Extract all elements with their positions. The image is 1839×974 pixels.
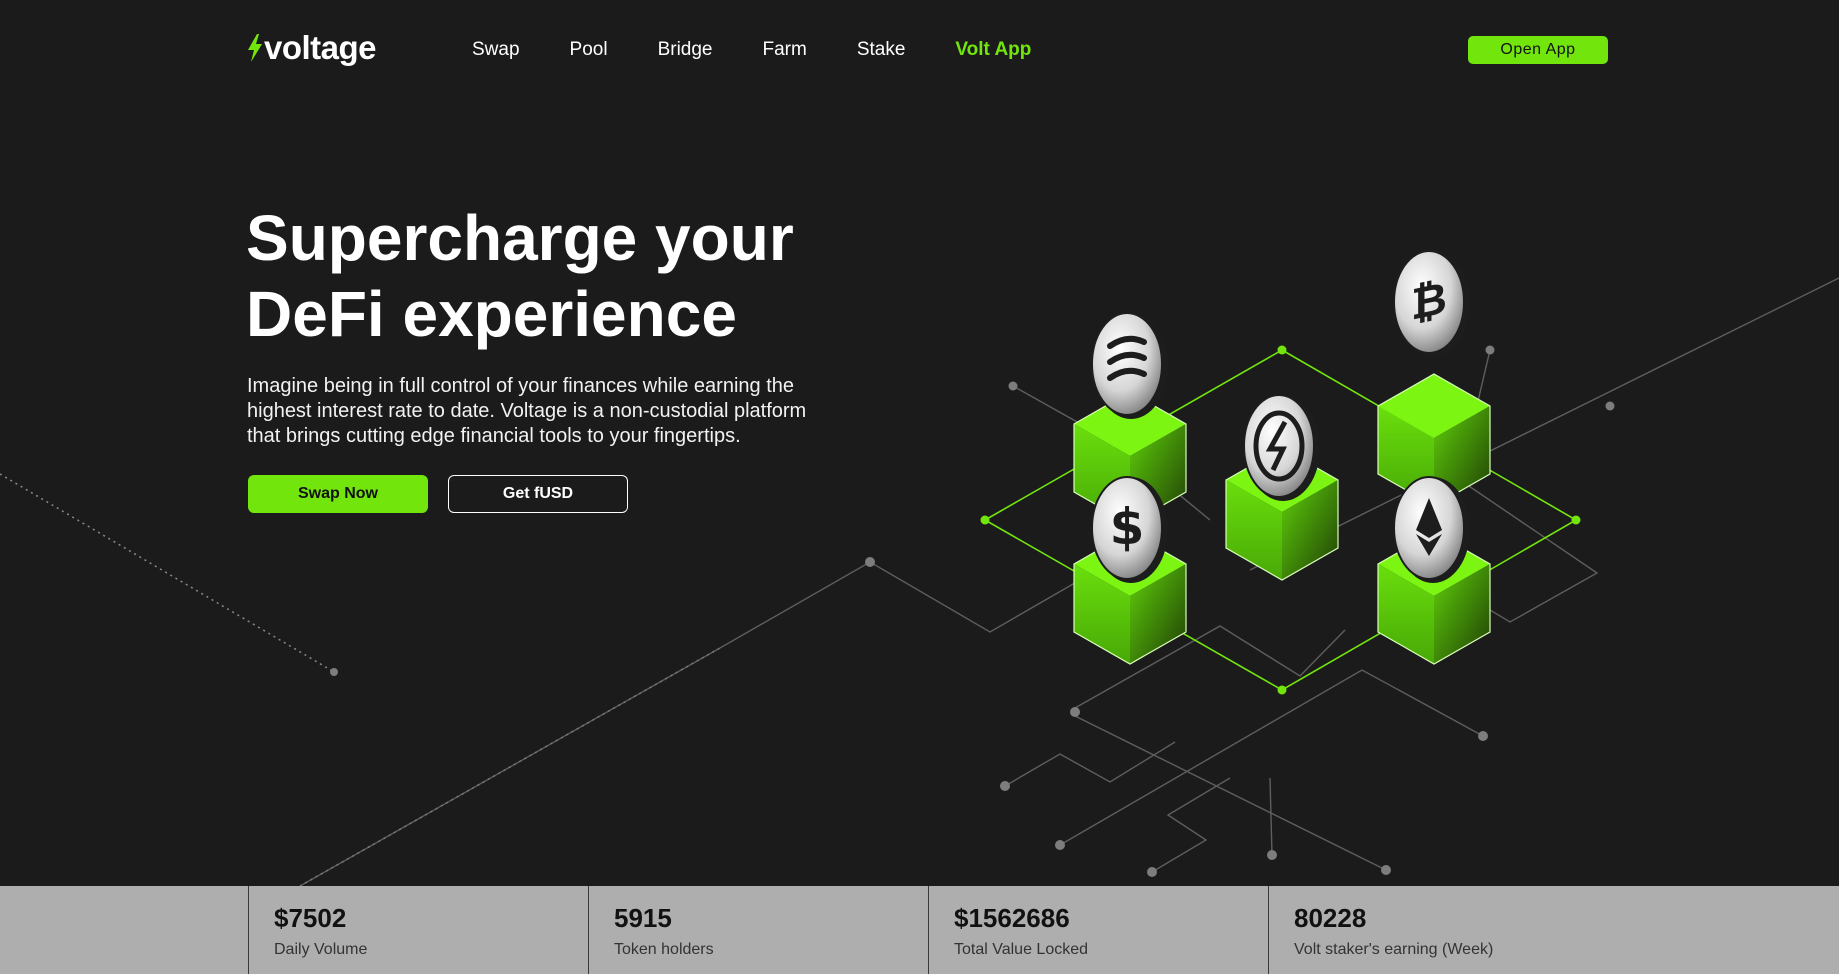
hero-title-line-2: DeFi experience bbox=[246, 278, 737, 350]
nav-stake[interactable]: Stake bbox=[857, 38, 906, 62]
dotted-line bbox=[299, 647, 721, 886]
stat-label: Volt staker's earning (Week) bbox=[1294, 941, 1494, 958]
svg-text:$: $ bbox=[1110, 498, 1145, 556]
stat-value: 5915 bbox=[614, 903, 672, 933]
stat-value: $7502 bbox=[274, 903, 347, 933]
stat-label: Token holders bbox=[614, 941, 714, 958]
open-app-button[interactable]: Open App bbox=[1468, 36, 1608, 64]
cube bbox=[1073, 531, 1187, 665]
swap-now-button[interactable]: Swap Now bbox=[248, 475, 428, 513]
stat-label: Total Value Locked bbox=[954, 941, 1089, 958]
brand-logo[interactable]: voltage bbox=[247, 29, 377, 66]
circuit-lines bbox=[299, 277, 1839, 886]
stat-token-holders: 5915 Token holders bbox=[588, 886, 928, 974]
cube bbox=[1377, 531, 1491, 665]
nav-swap[interactable]: Swap bbox=[472, 38, 520, 62]
stat-label: Daily Volume bbox=[274, 941, 368, 958]
cube bbox=[1225, 447, 1339, 581]
hero-description-line-3: that brings cutting edge financial tools… bbox=[247, 425, 741, 447]
get-fusd-button[interactable]: Get fUSD bbox=[448, 475, 628, 513]
nav-pool[interactable]: Pool bbox=[570, 38, 608, 62]
stat-total-value-locked: $1562686 Total Value Locked bbox=[928, 886, 1268, 974]
lightning-bolt-icon bbox=[248, 34, 262, 62]
hero-title: Supercharge your DeFi experience bbox=[246, 200, 886, 352]
brand-name: voltage bbox=[264, 29, 377, 66]
bitcoin-icon: ₿ bbox=[1393, 250, 1470, 357]
stat-value: $1562686 bbox=[954, 903, 1070, 933]
hero-description: Imagine being in full control of your fi… bbox=[247, 374, 907, 449]
hero-title-line-1: Supercharge your bbox=[246, 202, 794, 274]
fuse-icon bbox=[1243, 394, 1320, 501]
dollar-icon: $ bbox=[1091, 476, 1168, 583]
stats-bar: $7502 Daily Volume 5915 Token holders $1… bbox=[0, 886, 1839, 974]
hero-description-line-2: highest interest rate to date. Voltage i… bbox=[247, 400, 807, 422]
hero-description-line-1: Imagine being in full control of your fi… bbox=[247, 375, 794, 397]
stat-value: 80228 bbox=[1294, 903, 1367, 933]
stacked-layers-icon bbox=[1091, 312, 1168, 419]
stat-staker-earning: 80228 Volt staker's earning (Week) bbox=[1268, 886, 1608, 974]
stat-daily-volume: $7502 Daily Volume bbox=[248, 886, 588, 974]
green-diamond bbox=[983, 349, 1578, 691]
nav-bridge[interactable]: Bridge bbox=[658, 38, 713, 62]
cube bbox=[1377, 373, 1491, 507]
svg-text:₿: ₿ bbox=[1411, 273, 1447, 331]
main-nav: Swap Pool Bridge Farm Stake Volt App bbox=[472, 38, 1081, 62]
cube bbox=[1073, 391, 1187, 525]
nav-farm[interactable]: Farm bbox=[762, 38, 806, 62]
ethereum-icon bbox=[1393, 476, 1470, 583]
nav-volt-app[interactable]: Volt App bbox=[955, 38, 1031, 62]
